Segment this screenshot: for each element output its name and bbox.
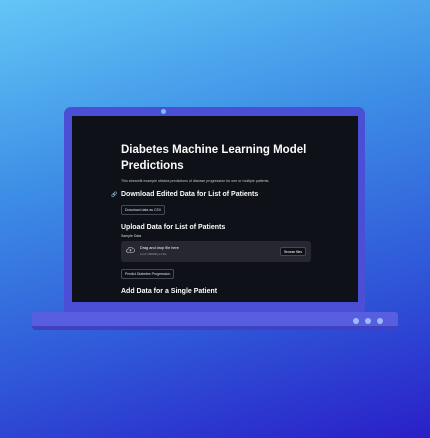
section-single-heading: Add Data for a Single Patient (121, 288, 218, 295)
indicator-light-icon (353, 318, 359, 324)
upload-label: Sample Data (121, 234, 142, 238)
browse-files-button[interactable]: Browse files (280, 247, 306, 256)
file-uploader[interactable]: Drag and drop file here Limit 200MB per … (121, 241, 311, 262)
indicator-light-icon (377, 318, 383, 324)
download-csv-button[interactable]: Download data as CSV (121, 205, 166, 215)
app-content: Diabetes Machine Learning Model Predicti… (111, 142, 311, 295)
laptop-base-edge (32, 326, 398, 330)
cloud-upload-icon (126, 247, 135, 253)
predict-button[interactable]: Predict Diabetes Progression (121, 269, 175, 279)
page-caption: This streamlit example obtains predictio… (121, 179, 270, 183)
webcam-icon (161, 109, 166, 114)
link-icon[interactable]: 🔗 (111, 192, 121, 198)
page-title: Diabetes Machine Learning Model Predicti… (121, 144, 307, 172)
section-upload-heading: Upload Data for List of Patients (121, 224, 226, 231)
section-download-title: Download Edited Data for List of Patient… (121, 191, 259, 198)
indicator-light-icon (365, 318, 371, 324)
uploader-limit-text: Limit 200MB per file (140, 252, 167, 256)
uploader-drop-text: Drag and drop file here (140, 246, 179, 250)
section-download-heading: 🔗 Download Edited Data for List of Patie… (111, 191, 311, 198)
app-screen: Diabetes Machine Learning Model Predicti… (72, 116, 358, 302)
